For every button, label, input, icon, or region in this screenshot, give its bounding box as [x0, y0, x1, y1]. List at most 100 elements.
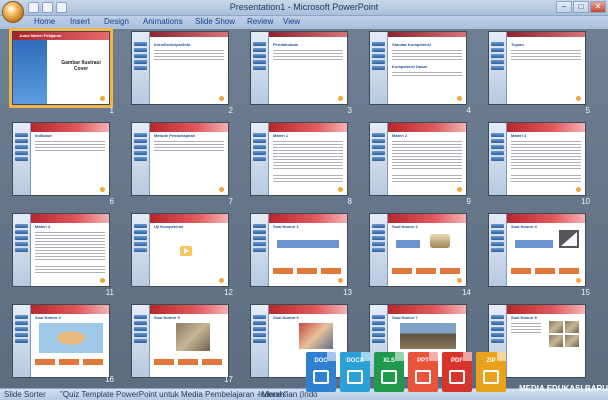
answer-options — [273, 268, 341, 274]
slide-number: 2 — [228, 106, 233, 115]
slide-title: Soal Nomor 6 — [273, 315, 299, 320]
slide-number: 11 — [105, 288, 114, 297]
slide-number: 1 — [109, 106, 114, 115]
triangle-image — [561, 232, 577, 246]
tab-home[interactable]: Home — [34, 17, 55, 26]
slide-number: 15 — [581, 288, 590, 297]
garuda-emblem — [430, 234, 450, 248]
answer-options — [154, 359, 222, 365]
pdf-file-icon: PDF — [442, 352, 472, 392]
xls-file-icon: XLS — [374, 352, 404, 392]
slide-header-title: Judul Materi Pelajaran — [19, 33, 62, 38]
slide-thumbnail-12[interactable]: Uji Kompetensi — [131, 213, 229, 287]
cover-panel — [13, 32, 47, 104]
ppt-file-icon: PPT — [408, 352, 438, 392]
answer-options — [511, 268, 579, 274]
slide-title: Materi 4 — [35, 224, 51, 229]
close-button[interactable]: ✕ — [590, 1, 606, 13]
temple-image — [400, 323, 456, 349]
slide-title: Indikator — [35, 133, 52, 138]
brand-subtitle: MEDIA EDUKASI BARU — [519, 384, 608, 393]
tab-slide-show[interactable]: Slide Show — [195, 17, 235, 26]
play-icon — [180, 246, 192, 256]
slide-title: Soal Nomor 2 — [392, 224, 418, 229]
window-controls: – □ ✕ — [556, 1, 606, 13]
slide-thumbnail-11[interactable]: Materi 4 — [12, 213, 110, 287]
slide-thumbnail-5[interactable]: Tujuan — [488, 31, 586, 105]
office-button[interactable] — [2, 1, 24, 23]
slide-number: 10 — [581, 197, 590, 206]
slide-number: 14 — [462, 288, 471, 297]
slide-title: Soal Nomor 8 — [511, 315, 537, 320]
slide-title: Soal Nomor 1 — [273, 224, 299, 229]
tab-insert[interactable]: Insert — [70, 17, 90, 26]
question-box — [277, 240, 339, 248]
slide-title: Gambar Ilustrasi Cover — [61, 60, 101, 72]
photo-image — [549, 335, 563, 347]
slide-title: Intro/Deskripsi/Info — [154, 42, 191, 47]
slide-thumbnail-6[interactable]: Indikator — [12, 122, 110, 196]
maximize-button[interactable]: □ — [573, 1, 589, 13]
slide-title: Materi 2 — [392, 133, 408, 138]
map-image — [39, 323, 103, 353]
slide-number: 5 — [585, 106, 590, 115]
portrait-image — [176, 323, 210, 351]
slide-title: Uji Kompetensi — [154, 224, 184, 229]
slide-number: 4 — [466, 106, 471, 115]
question-box — [396, 240, 420, 248]
window-title: Presentation1 - Microsoft PowerPoint — [229, 2, 379, 12]
slide-thumbnail-17[interactable]: Soal Nomor 5 — [131, 304, 229, 378]
slide-thumbnail-8[interactable]: Materi 1 — [250, 122, 348, 196]
nav-button — [100, 96, 105, 101]
slide-sorter-pane: Judul Materi Pelajaran Gambar Ilustrasi … — [0, 28, 608, 388]
photo-image — [549, 321, 563, 333]
slide-thumbnail-1[interactable]: Judul Materi Pelajaran Gambar Ilustrasi … — [9, 28, 113, 108]
slide-subtitle: Kompetensi Dasar — [392, 64, 428, 69]
slide-number: 12 — [224, 288, 233, 297]
question-box — [515, 240, 553, 248]
slide-number: 6 — [109, 197, 114, 206]
zip-file-icon: ZIP — [476, 352, 506, 392]
tab-animations[interactable]: Animations — [143, 17, 183, 26]
slide-title: Materi 3 — [511, 133, 527, 138]
slide-title: Soal Nomor 3 — [511, 224, 537, 229]
slide-thumbnail-7[interactable]: Metode Pembelajaran — [131, 122, 229, 196]
slide-title: Tujuan — [511, 42, 524, 47]
slide-title: Pendahuluan — [273, 42, 299, 47]
slide-title: Standar Kompetensi — [392, 42, 431, 47]
answer-options — [392, 268, 460, 274]
slide-thumbnail-2[interactable]: Intro/Deskripsi/Info — [131, 31, 229, 105]
tab-design[interactable]: Design — [104, 17, 129, 26]
slide-title: Soal Nomor 4 — [35, 315, 61, 320]
tab-review[interactable]: Review — [247, 17, 273, 26]
answer-options — [35, 359, 103, 365]
slide-thumbnail-9[interactable]: Materi 2 — [369, 122, 467, 196]
slide-thumbnail-4[interactable]: Standar Kompetensi Kompetensi Dasar — [369, 31, 467, 105]
photo-image — [299, 323, 333, 349]
ribbon-tabs: Home Insert Design Animations Slide Show… — [0, 16, 608, 29]
brand-logo: MEB — [518, 352, 585, 382]
watermark-overlay: DOC DOCX XLS PPT PDF ZIP MEB MEDIA EDUKA… — [306, 352, 608, 400]
slide-title: Metode Pembelajaran — [154, 133, 196, 138]
slide-thumbnail-14[interactable]: Soal Nomor 2 — [369, 213, 467, 287]
slide-thumbnail-13[interactable]: Soal Nomor 1 — [250, 213, 348, 287]
photo-image — [565, 335, 579, 347]
slide-number: 17 — [224, 375, 233, 384]
slide-number: 13 — [343, 288, 352, 297]
slide-number: 7 — [228, 197, 233, 206]
minimize-button[interactable]: – — [556, 1, 572, 13]
slide-number: 3 — [347, 106, 352, 115]
slide-title: Soal Nomor 5 — [154, 315, 180, 320]
slide-thumbnail-10[interactable]: Materi 3 — [488, 122, 586, 196]
status-view: Slide Sorter — [4, 390, 46, 399]
title-bar: Presentation1 - Microsoft PowerPoint – □… — [0, 0, 608, 23]
status-theme: "Quiz Template PowerPoint untuk Media Pe… — [60, 390, 287, 399]
slide-title: Materi 1 — [273, 133, 289, 138]
tab-view[interactable]: View — [283, 17, 300, 26]
photo-image — [565, 321, 579, 333]
docx-file-icon: DOCX — [340, 352, 370, 392]
slide-number: 8 — [347, 197, 352, 206]
slide-thumbnail-3[interactable]: Pendahuluan — [250, 31, 348, 105]
slide-thumbnail-15[interactable]: Soal Nomor 3 — [488, 213, 586, 287]
slide-thumbnail-16[interactable]: Soal Nomor 4 — [12, 304, 110, 378]
